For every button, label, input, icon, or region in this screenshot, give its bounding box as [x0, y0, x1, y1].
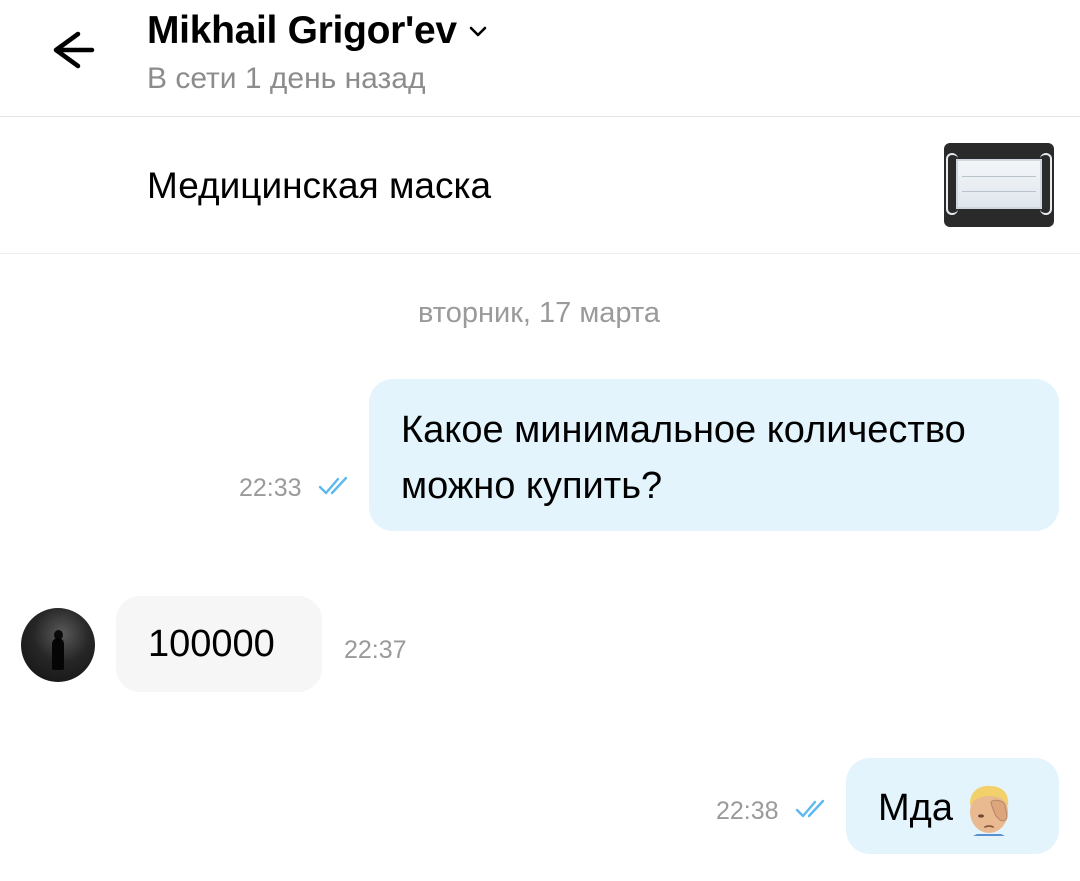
date-divider: вторник, 17 марта — [418, 297, 660, 329]
double-check-icon — [795, 799, 825, 818]
message-text: Мда — [878, 787, 953, 829]
listing-thumbnail[interactable] — [944, 143, 1054, 227]
message-time: 22:33 — [239, 474, 302, 502]
listing-title: Медицинская маска — [147, 165, 492, 206]
message-time: 22:37 — [344, 636, 407, 664]
avatar-figure-body — [52, 638, 64, 670]
chevron-down-icon — [469, 26, 487, 37]
back-button[interactable] — [44, 22, 104, 78]
contact-status: В сети 1 день назад — [147, 62, 426, 95]
message-time: 22:38 — [716, 797, 779, 825]
chat-header: Mikhail Grigor'ev В сети 1 день назад — [0, 0, 1080, 117]
chat-screen: Mikhail Grigor'ev В сети 1 день назад Ме… — [0, 0, 1080, 881]
double-check-icon — [318, 476, 348, 495]
message-text-line: Какое минимальное количество — [401, 409, 966, 451]
message-text-line: можно купить? — [401, 465, 663, 507]
mask-strap-right — [1040, 153, 1052, 215]
contact-title[interactable]: Mikhail Grigor'ev — [147, 8, 489, 54]
outgoing-message-bubble[interactable]: Мда — [846, 758, 1059, 854]
listing-bar[interactable]: Медицинская маска — [0, 117, 1080, 254]
incoming-message-bubble[interactable]: 100000 — [116, 596, 322, 692]
message-text: 100000 — [148, 623, 275, 665]
avatar[interactable] — [21, 608, 95, 682]
arrow-left-icon — [53, 31, 95, 69]
contact-name: Mikhail Grigor'ev — [147, 9, 457, 52]
man-facepalming-emoji — [969, 785, 1009, 836]
medical-mask-photo — [956, 159, 1042, 209]
outgoing-message-bubble[interactable]: Какое минимальное количество можно купит… — [369, 379, 1059, 531]
